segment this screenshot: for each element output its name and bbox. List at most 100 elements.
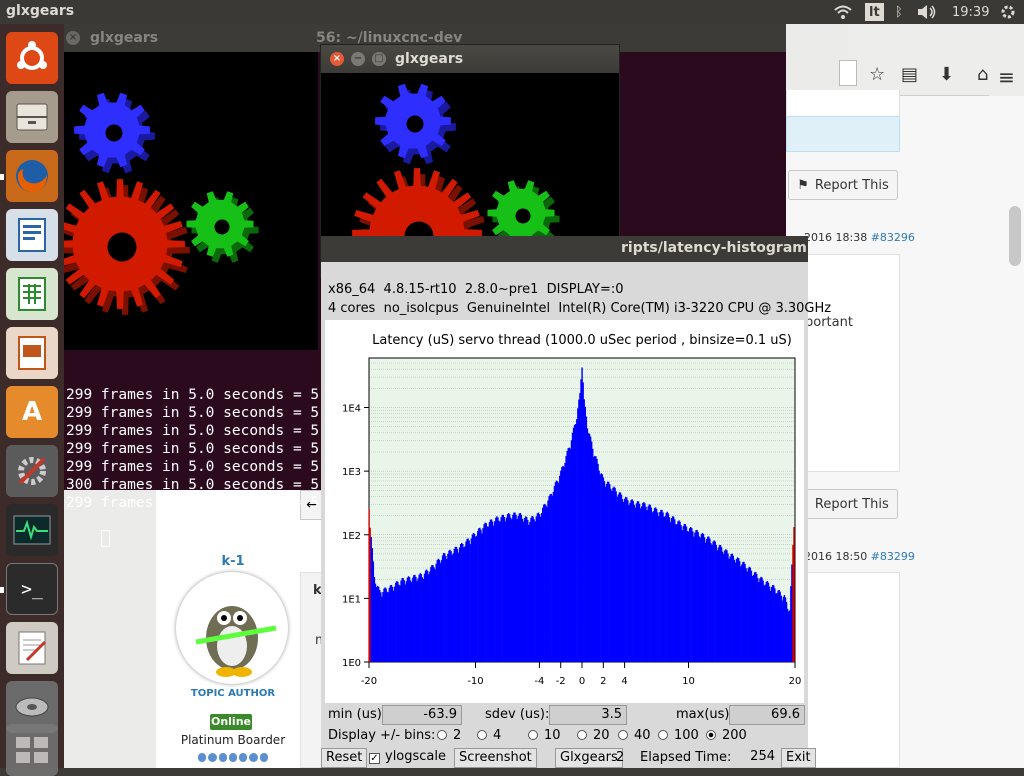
y-tick-label: 1E3: [342, 467, 361, 478]
system-monitor-icon[interactable]: [6, 504, 58, 556]
close-icon[interactable]: ×: [66, 31, 80, 45]
impress-icon[interactable]: [6, 327, 58, 379]
radio-label: 40: [634, 728, 651, 743]
radio-icon: [618, 730, 628, 740]
bins-radio-40[interactable]: 40: [618, 728, 651, 743]
topic-author-badge: TOPIC AUTHOR: [170, 688, 296, 699]
elapsed-label: Elapsed Time:: [640, 750, 731, 765]
histogram-title: ripts/latency-histogram: [621, 240, 807, 256]
bluetooth-icon[interactable]: ᛒ: [895, 0, 903, 24]
glxgears-button[interactable]: Glxgears: [555, 748, 623, 768]
histogram-chart: Latency (uS) servo thread (1000.0 uSec p…: [325, 320, 804, 703]
sdev-label: sdev (us):: [485, 707, 549, 722]
exit-button[interactable]: Exit: [781, 748, 816, 768]
max-label: max(us): [676, 707, 729, 722]
radio-icon: [477, 730, 487, 740]
ubuntu-logo-icon[interactable]: [6, 32, 58, 84]
glxgears-titlebar[interactable]: × − □ glxgears: [321, 45, 619, 73]
clock[interactable]: 19:39: [952, 0, 989, 24]
scrollbar-thumb[interactable]: [1009, 206, 1021, 266]
x-tick-label: 2: [600, 676, 606, 687]
glxgears-canvas-background: [64, 52, 318, 350]
rank-stars: [198, 753, 268, 763]
sdev-value: 3.5: [549, 705, 627, 725]
top-panel: glxgears lt ᛒ 19:39: [0, 0, 1024, 24]
reader-list-icon[interactable]: ▤: [901, 64, 918, 85]
info-bar: [786, 116, 900, 152]
launcher: A >_: [0, 24, 64, 768]
url-bar-end[interactable]: [839, 60, 857, 86]
avatar[interactable]: [176, 572, 288, 684]
x-tick-label: -2: [556, 676, 566, 687]
maximize-icon[interactable]: □: [372, 52, 386, 66]
menu-hamburger-icon[interactable]: ≡: [989, 58, 1024, 96]
settings-icon[interactable]: [6, 445, 58, 497]
volume-icon[interactable]: [916, 0, 938, 24]
screenshot-button[interactable]: Screenshot: [454, 748, 537, 768]
text-editor-icon[interactable]: [6, 622, 58, 674]
green-gear: [187, 191, 259, 263]
post-id-link[interactable]: #83299: [871, 550, 915, 563]
radio-label: 4: [493, 728, 501, 743]
keyboard-layout-indicator[interactable]: lt: [865, 3, 884, 21]
radio-label: 10: [544, 728, 561, 743]
radio-label: 200: [722, 728, 747, 743]
check-icon: ✓: [369, 753, 380, 764]
post-date: 2016 18:50 #83299: [804, 550, 915, 563]
author-block: k-1 TOPIC AUTHOR Online Platinum Boarder: [170, 550, 296, 768]
x-tick-label: -20: [361, 676, 377, 687]
post-date: 2016 18:38 #83296: [804, 231, 915, 244]
bins-radio-4[interactable]: 4: [477, 728, 501, 743]
bins-radio-100[interactable]: 100: [658, 728, 699, 743]
y-tick-label: 1E0: [342, 658, 361, 669]
blue-gear: [74, 93, 155, 173]
bins-radio-2[interactable]: 2: [437, 728, 461, 743]
y-tick-label: 1E1: [342, 594, 361, 605]
bins-radio-20[interactable]: 20: [577, 728, 610, 743]
flag-icon: ⚑: [797, 178, 809, 193]
x-tick-label: 4: [621, 676, 627, 687]
histogram-bar: [793, 527, 794, 662]
wifi-icon[interactable]: [833, 0, 853, 24]
chart-title: Latency (uS) servo thread (1000.0 uSec p…: [372, 333, 792, 348]
system-info-line-2: 4 cores no_isolcpus GenuineIntel Intel(R…: [328, 301, 831, 316]
workspace-switcher-icon[interactable]: [6, 724, 58, 776]
radio-icon: [658, 730, 668, 740]
terminal-icon[interactable]: >_: [6, 563, 58, 615]
glxgears-title: glxgears: [395, 51, 463, 67]
bookmark-star-icon[interactable]: ☆: [869, 64, 885, 85]
power-gear-icon[interactable]: [1000, 0, 1016, 24]
home-icon[interactable]: ⌂: [977, 64, 988, 85]
x-tick-label: -10: [467, 676, 483, 687]
bins-label: Display +/- bins:: [328, 728, 435, 743]
terminal-title: glxgears: [90, 30, 158, 46]
x-tick-label: 10: [682, 676, 695, 687]
status-badge: Online: [210, 714, 252, 730]
y-tick-label: 1E4: [342, 404, 361, 415]
radio-label: 20: [593, 728, 610, 743]
reset-button[interactable]: Reset: [321, 748, 367, 768]
firefox-icon[interactable]: [6, 150, 58, 202]
software-center-icon[interactable]: A: [6, 386, 58, 438]
radio-icon: [706, 730, 716, 740]
bins-radio-200[interactable]: 200: [706, 728, 747, 743]
histogram-titlebar[interactable]: ripts/latency-histogram: [321, 236, 808, 262]
download-icon[interactable]: ⬇: [939, 64, 954, 85]
glxgears-count: 2: [616, 750, 624, 765]
bins-radio-10[interactable]: 10: [528, 728, 561, 743]
radio-icon: [577, 730, 587, 740]
red-gear: [64, 179, 190, 315]
ylogscale-checkbox[interactable]: ✓ylogscale: [365, 748, 450, 768]
terminal-cursor: [101, 530, 110, 547]
post-snippet: portant: [805, 315, 853, 330]
x-tick-label: 0: [579, 676, 585, 687]
close-icon[interactable]: ×: [330, 52, 344, 66]
post-id-link[interactable]: #83296: [871, 231, 915, 244]
min-value: -63.9: [382, 705, 462, 725]
report-button[interactable]: ⚑Report This: [788, 170, 898, 200]
minimize-icon[interactable]: −: [351, 52, 365, 66]
writer-icon[interactable]: [6, 209, 58, 261]
latency-histogram-window[interactable]: ripts/latency-histogram x86_64 4.8.15-rt…: [321, 236, 808, 768]
calc-icon[interactable]: [6, 268, 58, 320]
files-icon[interactable]: [6, 91, 58, 143]
